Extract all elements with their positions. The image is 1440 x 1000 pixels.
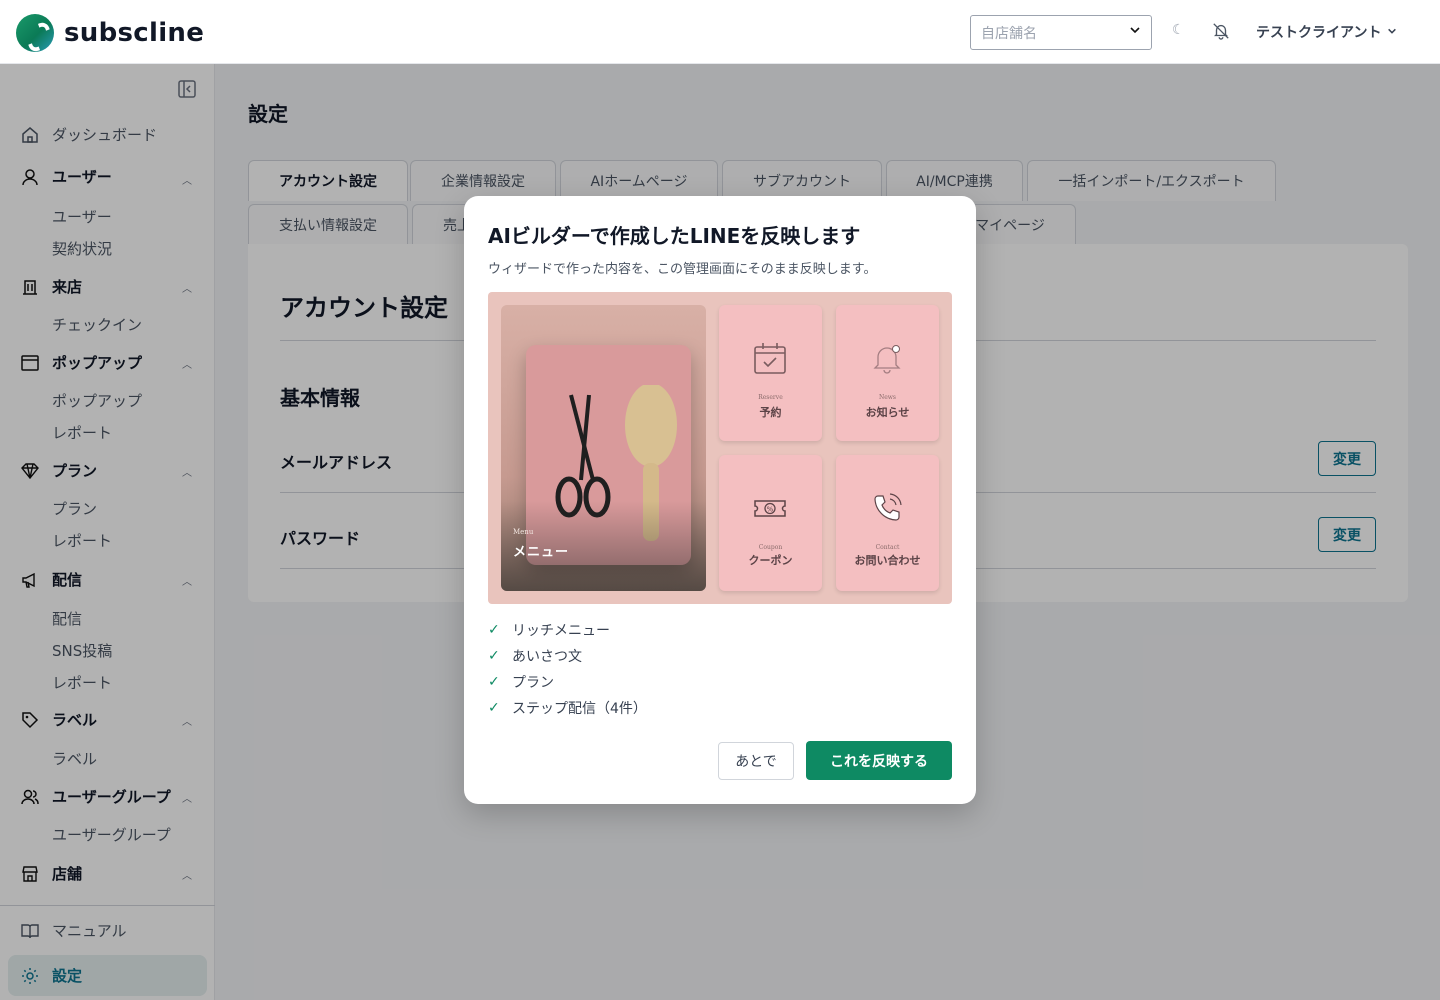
check-icon: ✓	[488, 700, 500, 716]
check-icon: ✓	[488, 674, 500, 690]
coupon-icon: %	[753, 491, 787, 529]
later-button[interactable]: あとで	[718, 742, 794, 780]
tile-label: 予約	[759, 406, 782, 419]
photo-label: メニュー	[513, 545, 570, 560]
tile-news: News お知らせ	[836, 305, 939, 441]
tile-small-label: Reserve	[758, 394, 783, 401]
chevron-down-icon	[1387, 24, 1397, 40]
checklist-item-label: あいさつ文	[512, 649, 582, 665]
moon-icon[interactable]: ☾	[1172, 22, 1185, 38]
photo-small-label: Menu	[513, 528, 534, 536]
tile-label: お知らせ	[865, 406, 910, 419]
checklist-item: ✓ リッチメニュー	[488, 620, 610, 640]
svg-text:%: %	[767, 506, 774, 514]
phone-icon	[870, 491, 904, 529]
check-icon: ✓	[488, 648, 500, 664]
tile-small-label: Coupon	[758, 544, 783, 551]
checklist-item: ✓ あいさつ文	[488, 646, 582, 666]
modal-title: AIビルダーで作成したLINEを反映します	[488, 224, 861, 248]
bell-off-icon[interactable]	[1212, 22, 1230, 44]
chevron-down-icon	[1129, 24, 1141, 39]
tile-coupon: % Coupon クーポン	[719, 455, 822, 591]
calendar-check-icon	[753, 341, 787, 379]
rich-menu-preview: Menu メニュー Reserve 予約 News お知らせ % Coupon …	[488, 292, 952, 604]
logo-icon	[16, 14, 54, 52]
logo-text: subscline	[64, 18, 205, 48]
tile-small-label: Contact	[875, 544, 900, 551]
tile-label: お問い合わせ	[854, 554, 921, 567]
tile-contact: Contact お問い合わせ	[836, 455, 939, 591]
store-select[interactable]: 自店舗名	[970, 15, 1152, 50]
checklist-item: ✓ プラン	[488, 672, 554, 692]
checklist-item-label: ステップ配信（4件）	[512, 701, 647, 717]
check-icon: ✓	[488, 622, 500, 638]
store-select-placeholder: 自店舗名	[981, 25, 1037, 42]
bell-icon	[870, 341, 904, 379]
reflect-line-modal: AIビルダーで作成したLINEを反映します ウィザードで作った内容を、この管理画…	[464, 196, 976, 804]
modal-subtitle: ウィザードで作った内容を、この管理画面にそのまま反映します。	[488, 262, 877, 277]
tile-label: クーポン	[748, 554, 793, 567]
checklist-item-label: プラン	[512, 675, 554, 691]
user-menu[interactable]: テストクライアント	[1256, 22, 1397, 42]
checklist-item: ✓ ステップ配信（4件）	[488, 698, 647, 718]
tile-reserve: Reserve 予約	[719, 305, 822, 441]
user-name: テストクライアント	[1256, 25, 1382, 41]
top-header: subscline 自店舗名 ☾ テストクライアント	[0, 0, 1440, 64]
menu-photo-tile: Menu メニュー	[501, 305, 706, 591]
checklist-item-label: リッチメニュー	[512, 623, 610, 639]
app-logo[interactable]: subscline	[16, 14, 204, 52]
tile-small-label: News	[878, 394, 896, 401]
apply-button[interactable]: これを反映する	[806, 741, 952, 780]
